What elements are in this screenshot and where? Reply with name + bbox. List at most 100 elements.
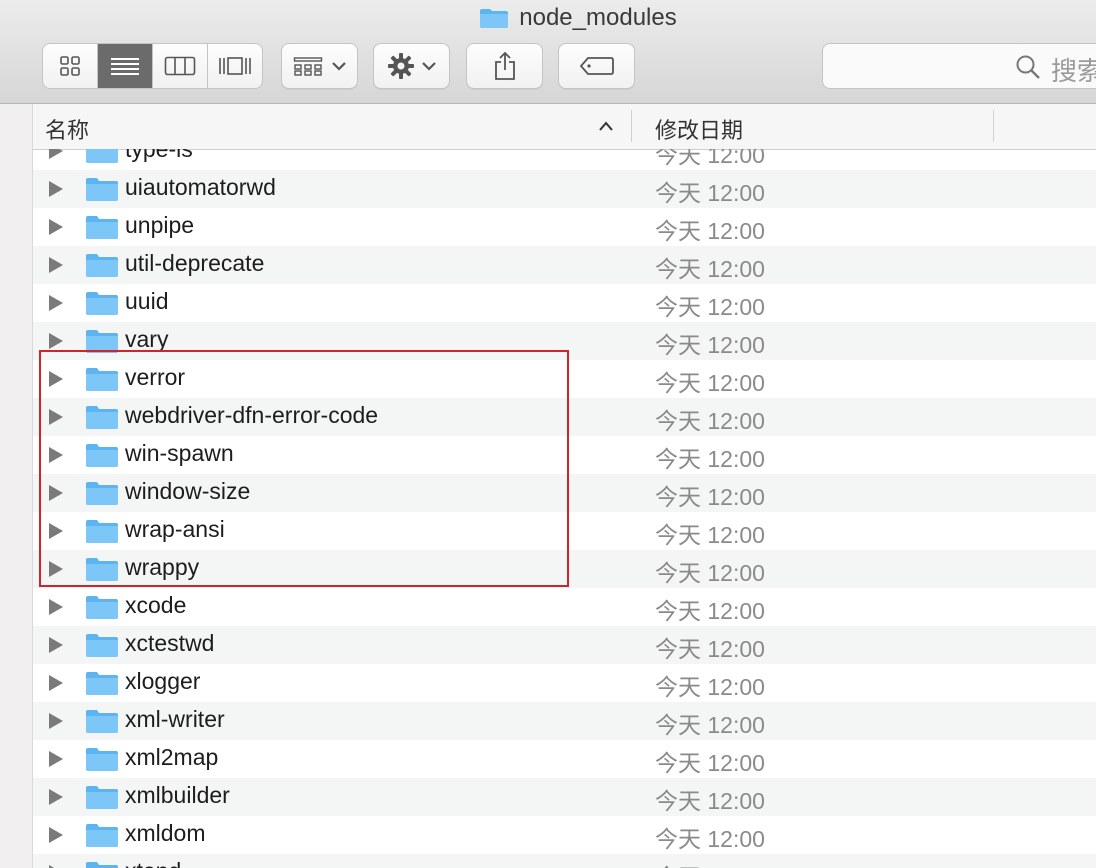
- file-row[interactable]: wrap-ansi 今天 12:00: [33, 512, 1096, 550]
- arrange-button[interactable]: [281, 43, 358, 89]
- action-button[interactable]: [373, 43, 450, 89]
- file-row[interactable]: xlogger 今天 12:00: [33, 664, 1096, 702]
- window-toolbar: node_modules 搜索: [0, 0, 1096, 104]
- file-row[interactable]: uiautomatorwd 今天 12:00: [33, 170, 1096, 208]
- disclosure-triangle-icon[interactable]: [49, 371, 63, 387]
- file-name[interactable]: xlogger: [125, 668, 200, 695]
- name-column-header[interactable]: 名称: [45, 113, 89, 145]
- file-name[interactable]: type-is: [125, 149, 193, 163]
- column-view-button[interactable]: [153, 44, 208, 88]
- search-placeholder: 搜索: [1051, 56, 1096, 86]
- file-row[interactable]: xcode 今天 12:00: [33, 588, 1096, 626]
- modified-date: 今天 12:00: [655, 256, 765, 282]
- window-title: node_modules: [519, 4, 677, 31]
- disclosure-triangle-icon[interactable]: [49, 257, 63, 273]
- file-row[interactable]: uuid 今天 12:00: [33, 284, 1096, 322]
- file-row[interactable]: xml-writer 今天 12:00: [33, 702, 1096, 740]
- file-name[interactable]: vary: [125, 326, 168, 353]
- file-name[interactable]: xml-writer: [125, 706, 225, 733]
- disclosure-triangle-icon[interactable]: [49, 447, 63, 463]
- disclosure-triangle-icon[interactable]: [49, 523, 63, 539]
- modified-date: 今天 12:00: [655, 332, 765, 358]
- disclosure-triangle-icon[interactable]: [49, 599, 63, 615]
- folder-icon: [86, 254, 118, 277]
- tags-button[interactable]: [558, 43, 635, 89]
- file-row[interactable]: xmldom 今天 12:00: [33, 816, 1096, 854]
- disclosure-triangle-icon[interactable]: [49, 295, 63, 311]
- columns-icon: [164, 56, 196, 76]
- disclosure-triangle-icon[interactable]: [49, 713, 63, 729]
- file-name[interactable]: win-spawn: [125, 440, 234, 467]
- file-name[interactable]: xmldom: [125, 820, 206, 847]
- disclosure-triangle-icon[interactable]: [49, 149, 63, 159]
- list-view-button[interactable]: [98, 44, 153, 88]
- file-name[interactable]: window-size: [125, 478, 250, 505]
- file-name[interactable]: unpipe: [125, 212, 194, 239]
- disclosure-triangle-icon[interactable]: [49, 751, 63, 767]
- disclosure-triangle-icon[interactable]: [49, 409, 63, 425]
- cover-flow-view-button[interactable]: [208, 44, 262, 88]
- modified-date: 今天 12:00: [655, 294, 765, 320]
- file-row[interactable]: wrappy 今天 12:00: [33, 550, 1096, 588]
- disclosure-triangle-icon[interactable]: [49, 789, 63, 805]
- file-name[interactable]: webdriver-dfn-error-code: [125, 402, 378, 429]
- file-name[interactable]: xmlbuilder: [125, 782, 230, 809]
- file-name[interactable]: xtend: [125, 858, 181, 868]
- file-name[interactable]: xcode: [125, 592, 186, 619]
- file-row[interactable]: xmlbuilder 今天 12:00: [33, 778, 1096, 816]
- modified-date: 今天 12:00: [655, 522, 765, 548]
- folder-icon: [86, 786, 118, 809]
- file-row[interactable]: vary 今天 12:00: [33, 322, 1096, 360]
- disclosure-triangle-icon[interactable]: [49, 675, 63, 691]
- modified-date: 今天 12:00: [655, 826, 765, 852]
- tag-icon: [579, 57, 614, 75]
- file-name[interactable]: uuid: [125, 288, 168, 315]
- search-field[interactable]: 搜索: [822, 43, 1096, 89]
- disclosure-triangle-icon[interactable]: [49, 219, 63, 235]
- date-column-header[interactable]: 修改日期: [655, 113, 743, 145]
- file-name[interactable]: util-deprecate: [125, 250, 264, 277]
- file-name[interactable]: xctestwd: [125, 630, 214, 657]
- column-divider[interactable]: [993, 110, 994, 142]
- disclosure-triangle-icon[interactable]: [49, 181, 63, 197]
- folder-icon: [480, 9, 509, 28]
- modified-date: 今天 12:00: [655, 674, 765, 700]
- file-row[interactable]: verror 今天 12:00: [33, 360, 1096, 398]
- file-row[interactable]: unpipe 今天 12:00: [33, 208, 1096, 246]
- disclosure-triangle-icon[interactable]: [49, 485, 63, 501]
- file-name[interactable]: wrap-ansi: [125, 516, 225, 543]
- file-row[interactable]: win-spawn 今天 12:00: [33, 436, 1096, 474]
- disclosure-triangle-icon[interactable]: [49, 561, 63, 577]
- modified-date: 今天 12:00: [655, 484, 765, 510]
- folder-icon: [86, 672, 118, 695]
- file-row[interactable]: xml2map 今天 12:00: [33, 740, 1096, 778]
- file-name[interactable]: uiautomatorwd: [125, 174, 276, 201]
- disclosure-triangle-icon[interactable]: [49, 637, 63, 653]
- folder-icon: [86, 862, 118, 868]
- icon-view-button[interactable]: [43, 44, 98, 88]
- file-name[interactable]: xml2map: [125, 744, 218, 771]
- share-button[interactable]: [466, 43, 543, 89]
- file-name[interactable]: wrappy: [125, 554, 199, 581]
- file-row[interactable]: xtend 今天 12:00: [33, 854, 1096, 868]
- folder-icon: [86, 710, 118, 733]
- file-row[interactable]: window-size 今天 12:00: [33, 474, 1096, 512]
- modified-date: 今天 12:00: [655, 598, 765, 624]
- gear-icon: [387, 53, 414, 79]
- folder-icon: [86, 634, 118, 657]
- folder-icon: [86, 216, 118, 239]
- file-row[interactable]: webdriver-dfn-error-code 今天 12:00: [33, 398, 1096, 436]
- disclosure-triangle-icon[interactable]: [49, 827, 63, 843]
- window-title-bar: node_modules: [0, 2, 1096, 34]
- modified-date: 今天 12:00: [655, 408, 765, 434]
- file-row[interactable]: xctestwd 今天 12:00: [33, 626, 1096, 664]
- file-list: type-is 今天 12:00 uiautomatorwd 今天 12:00 unpi…: [33, 149, 1096, 868]
- file-row[interactable]: type-is 今天 12:00: [33, 149, 1096, 170]
- modified-date: 今天 12:00: [655, 370, 765, 396]
- sort-ascending-icon[interactable]: [598, 120, 614, 132]
- disclosure-triangle-icon[interactable]: [49, 333, 63, 349]
- file-row[interactable]: util-deprecate 今天 12:00: [33, 246, 1096, 284]
- grid-icon: [60, 56, 80, 76]
- column-divider[interactable]: [631, 110, 632, 142]
- file-name[interactable]: verror: [125, 364, 185, 391]
